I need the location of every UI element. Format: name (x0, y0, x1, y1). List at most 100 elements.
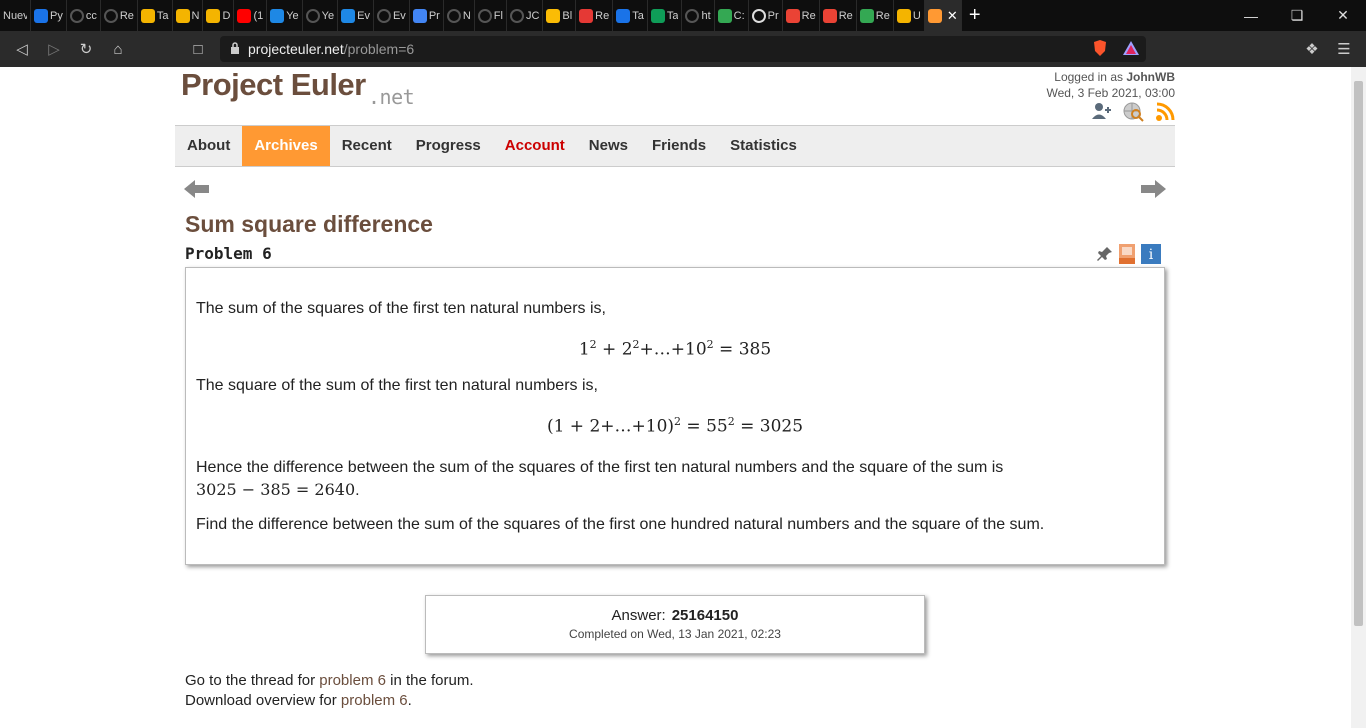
browser-tab[interactable]: Pr (410, 0, 444, 31)
browser-tab[interactable]: N (444, 0, 475, 31)
rss-icon[interactable] (1155, 102, 1175, 127)
problem-number: Problem 6 (185, 244, 272, 263)
menu-item-friends[interactable]: Friends (640, 126, 718, 166)
forum-thread-link[interactable]: problem 6 (319, 672, 386, 689)
browser-tab[interactable]: JC (507, 0, 544, 31)
close-tab-icon[interactable]: ✕ (947, 8, 958, 24)
browser-tab[interactable]: Pr (749, 0, 783, 31)
classroom-icon (650, 8, 665, 23)
browser-tab[interactable]: Ta (648, 0, 683, 31)
problem-content: The sum of the squares of the first ten … (185, 267, 1165, 565)
menu-item-about[interactable]: About (175, 126, 242, 166)
menu-item-recent[interactable]: Recent (330, 126, 404, 166)
maximize-button[interactable]: ❏ (1274, 0, 1320, 31)
back-icon[interactable]: ◁ (6, 40, 38, 58)
minimize-button[interactable]: — (1228, 0, 1274, 31)
previous-problem-arrow-icon[interactable] (184, 179, 210, 204)
add-friend-icon[interactable] (1091, 102, 1113, 127)
youtube-icon (237, 8, 252, 23)
browser-tab[interactable]: Ta (138, 0, 173, 31)
tab-label: Pr (428, 9, 440, 22)
logo-text: Project Euler (181, 67, 366, 102)
tab-label: ht (701, 9, 711, 22)
menu-item-progress[interactable]: Progress (404, 126, 493, 166)
github-icon (477, 8, 492, 23)
browser-tab[interactable]: Fl (475, 0, 507, 31)
tab-strip: Nueva Py cc Re Ta N D (1 Ye Ye Ev Ev Pr N Fl JC Bl Re Ta Ta… (0, 0, 1366, 31)
arc-icon (579, 8, 594, 23)
tab-label: Re (801, 9, 816, 22)
answer-label: Answer: (611, 607, 666, 624)
browser-tab[interactable]: ht (682, 0, 715, 31)
browser-tab[interactable]: D (203, 0, 235, 31)
github-icon (305, 8, 320, 23)
lock-icon (230, 41, 240, 57)
scrollbar[interactable] (1351, 67, 1366, 728)
browser-tab[interactable]: Ye (267, 0, 303, 31)
site-logo[interactable]: Project Euler .net (181, 67, 415, 109)
tab-label: (1 (253, 9, 264, 22)
browser-tab[interactable]: Ta (613, 0, 648, 31)
tab-label: JC (525, 9, 540, 22)
browser-tab[interactable]: cc (67, 0, 101, 31)
download-overview-link[interactable]: problem 6 (341, 692, 408, 709)
tab-label: Re (119, 9, 134, 22)
browser-tab[interactable]: Bl (543, 0, 577, 31)
browser-tab[interactable]: Re (783, 0, 820, 31)
menu-item-news[interactable]: News (577, 126, 640, 166)
tab-label: Ev (392, 9, 406, 22)
next-problem-arrow-icon[interactable] (1140, 179, 1166, 204)
browser-tab[interactable]: Nueva (0, 0, 31, 31)
browser-tab[interactable]: Ye (303, 0, 339, 31)
browser-tab[interactable]: Ev (374, 0, 410, 31)
home-icon[interactable]: ⌂ (102, 41, 134, 58)
browser-tab[interactable]: C: (715, 0, 749, 31)
brave-rewards-icon[interactable] (1122, 40, 1140, 59)
forward-icon[interactable]: ▷ (38, 40, 70, 58)
brave-shield-icon[interactable] (1092, 39, 1108, 60)
search-globe-icon[interactable] (1123, 102, 1145, 127)
thread-text-post: in the forum. (390, 672, 474, 689)
tab-label: C: (733, 9, 745, 22)
html-file-icon[interactable] (1119, 244, 1135, 269)
user-icons (1091, 102, 1175, 127)
address-bar[interactable]: projecteuler.net/problem=6 (220, 36, 1146, 62)
problem-title: Sum square difference (185, 211, 433, 237)
browser-tab[interactable]: Re (820, 0, 857, 31)
extensions-icon[interactable]: ❖ (1296, 40, 1328, 58)
browser-tab[interactable]: U (894, 0, 925, 31)
tab-label: Ev (357, 9, 370, 22)
pin-icon[interactable] (1097, 246, 1113, 267)
bookmark-icon[interactable]: □ (182, 41, 214, 58)
github-icon (103, 8, 118, 23)
docs-icon (412, 8, 427, 23)
url-path: /problem=6 (343, 41, 415, 57)
browser-tab-active[interactable]: ✕ (924, 0, 962, 31)
new-tab-button[interactable]: + (962, 4, 988, 27)
tab-label: Fl (493, 9, 503, 22)
c-icon (34, 8, 48, 23)
tab-label: Py (50, 9, 63, 22)
close-window-button[interactable]: ✕ (1320, 0, 1366, 31)
browser-tab[interactable]: Re (101, 0, 138, 31)
menu-item-statistics[interactable]: Statistics (718, 126, 809, 166)
browser-tab[interactable]: N (173, 0, 204, 31)
tab-label: Re (875, 9, 890, 22)
tab-label: cc (85, 9, 97, 22)
github-icon (69, 8, 84, 23)
github-icon (446, 8, 461, 23)
github-icon (685, 8, 700, 23)
menu-icon[interactable]: ☰ (1328, 40, 1360, 58)
browser-tab[interactable]: Re (576, 0, 614, 31)
logo-suffix: .net (368, 85, 415, 109)
tab-label: Ta (156, 9, 169, 22)
reload-icon[interactable]: ↻ (70, 40, 102, 58)
browser-tab[interactable]: Ev (338, 0, 374, 31)
browser-tab[interactable]: Py (31, 0, 67, 31)
scrollbar-thumb[interactable] (1354, 81, 1363, 626)
info-icon[interactable]: i (1141, 244, 1161, 269)
browser-tab[interactable]: Re (857, 0, 894, 31)
menu-item-archives[interactable]: Archives (242, 126, 330, 166)
browser-tab[interactable]: (1 (234, 0, 268, 31)
menu-item-account[interactable]: Account (493, 126, 577, 166)
